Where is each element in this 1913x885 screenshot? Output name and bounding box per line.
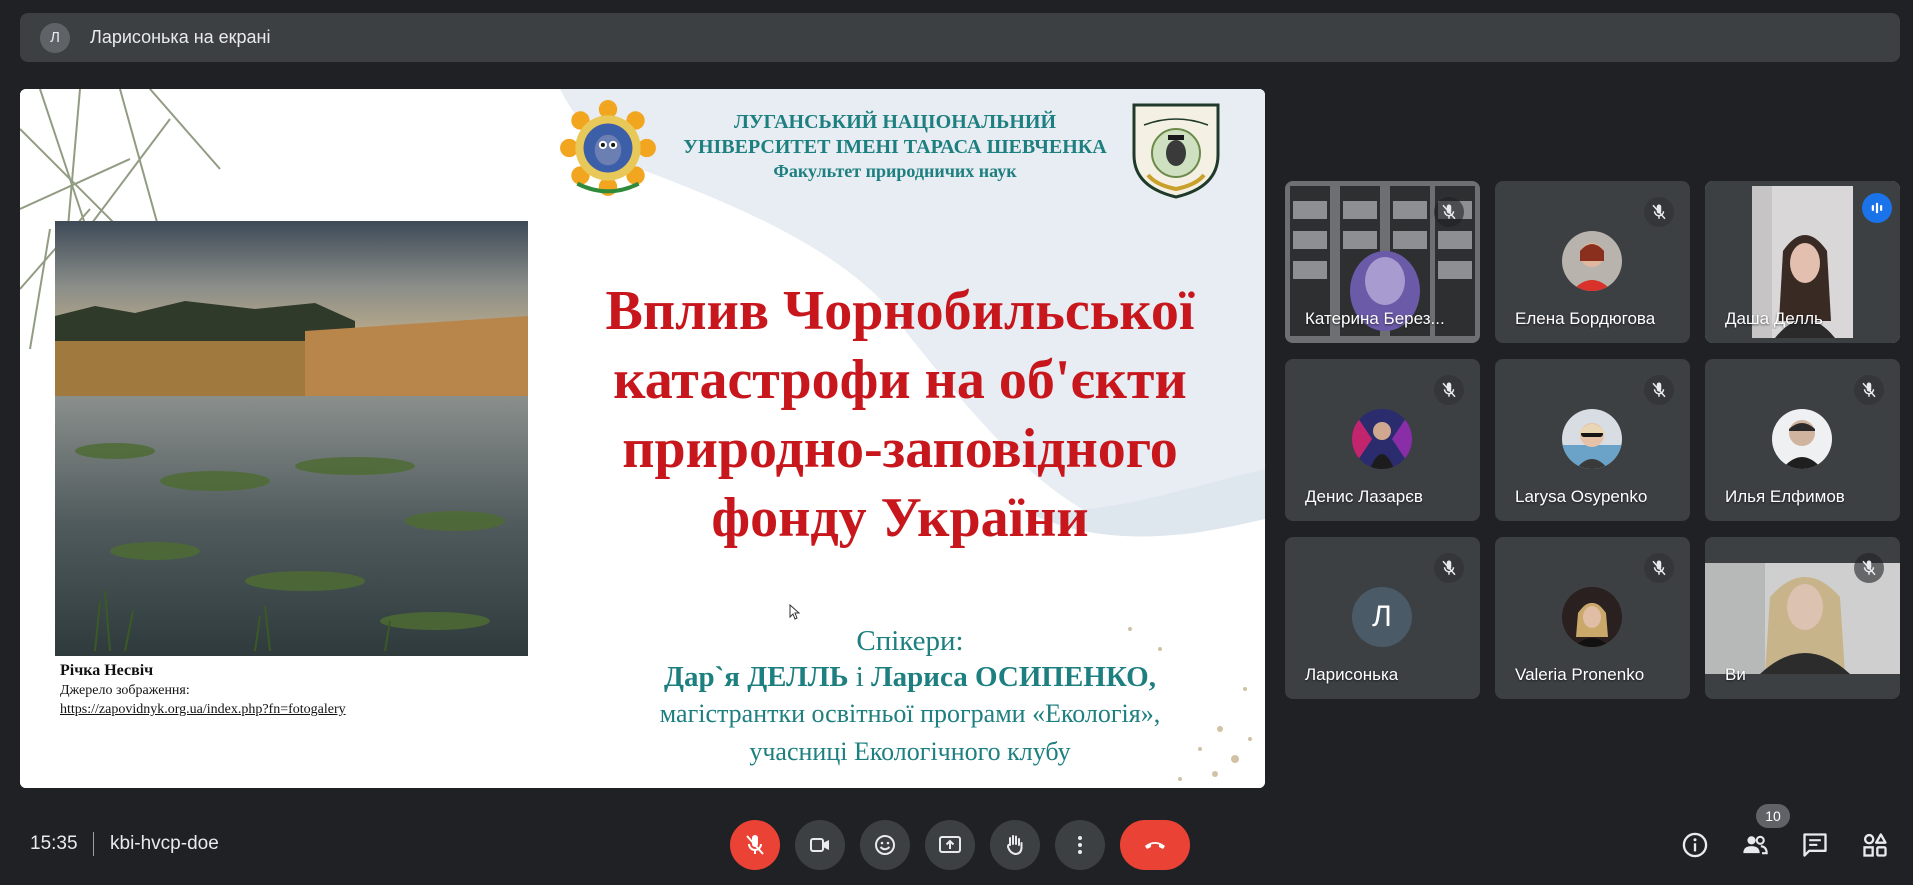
mic-off-indicator	[1644, 375, 1674, 405]
mic-off-indicator	[1854, 375, 1884, 405]
speakers-label: Спікери:	[856, 625, 964, 657]
mic-off-icon	[1652, 560, 1666, 576]
mic-off-icon	[1442, 204, 1456, 220]
participant-avatar	[1562, 587, 1622, 647]
present-now-button[interactable]	[925, 820, 975, 870]
faculty-logo	[1132, 103, 1220, 199]
river-photo	[55, 221, 528, 656]
presenter-label: Ларисонька на екрані	[90, 27, 271, 47]
mic-off-icon	[1442, 560, 1456, 576]
mic-off-indicator	[1434, 375, 1464, 405]
hang-up-icon	[1145, 842, 1165, 849]
participants-button[interactable]	[1739, 829, 1771, 861]
slide-title-line: катастрофи на об'єкти	[613, 349, 1187, 411]
participant-name: Денис Лазарєв	[1305, 487, 1423, 506]
meeting-code: kbi-hvcp-doe	[110, 833, 219, 854]
audio-level-icon	[1871, 202, 1883, 214]
mic-off-icon	[1862, 382, 1876, 398]
shared-screen: Річка Несвіч Джерело зображення: https:/…	[20, 89, 1265, 788]
participant-avatar	[1352, 409, 1412, 469]
participant-name: Ларисонька	[1305, 665, 1399, 684]
mic-off-icon	[1652, 382, 1666, 398]
participant-tile[interactable]: Larysa Osypenko	[1495, 359, 1690, 521]
university-name-line1: ЛУГАНСЬКИЙ НАЦІОНАЛЬНИЙ	[733, 111, 1057, 133]
participant-name: Даша Делль	[1725, 309, 1823, 328]
chat-icon	[1803, 833, 1827, 857]
participant-avatar	[1772, 409, 1832, 469]
participant-tile[interactable]: Илья Елфимов	[1705, 359, 1900, 521]
people-icon	[1743, 835, 1768, 855]
university-logo	[560, 100, 656, 196]
university-name-line2: УНІВЕРСИТЕТ ІМЕНІ ТАРАСА ШЕВЧЕНКА	[683, 136, 1107, 158]
activities-icon	[1863, 833, 1887, 857]
mic-off-icon	[746, 835, 764, 855]
speaking-indicator	[1862, 193, 1892, 223]
mic-off-indicator	[1434, 553, 1464, 583]
toggle-microphone-button[interactable]	[730, 820, 780, 870]
participant-tile[interactable]: Елена Бордюгова	[1495, 181, 1690, 343]
slide-title-line: природно-заповідного	[622, 418, 1178, 480]
raise-hand-icon	[1006, 835, 1023, 856]
emoji-icon	[875, 835, 895, 855]
participant-letter-avatar: Л	[1352, 587, 1412, 647]
mic-off-indicator	[1434, 197, 1464, 227]
participant-tile[interactable]: Денис Лазарєв	[1285, 359, 1480, 521]
more-options-button[interactable]	[1055, 820, 1105, 870]
participant-name: Valeria Pronenko	[1515, 665, 1645, 684]
participant-tile[interactable]: Катерина Берез...	[1285, 181, 1480, 343]
photo-source-label: Джерело зображення:	[60, 683, 190, 698]
speakers-names: Дар`я ДЕЛЛЬ і Лариса ОСИПЕНКО,	[580, 661, 1240, 699]
more-options-icon	[1078, 836, 1082, 854]
activities-button[interactable]	[1859, 829, 1891, 861]
presenter-bar: Л Ларисонька на екрані	[20, 13, 1900, 62]
participant-avatar	[1562, 409, 1622, 469]
mic-off-icon	[1862, 560, 1876, 576]
meeting-details-button[interactable]	[1679, 829, 1711, 861]
mic-off-icon	[1442, 382, 1456, 398]
bottom-divider	[93, 832, 94, 856]
mic-off-indicator	[1644, 197, 1674, 227]
chat-button[interactable]	[1799, 829, 1831, 861]
faculty-name: Факультет природничих наук	[773, 161, 1017, 181]
participant-avatar	[1562, 231, 1622, 291]
participant-tile[interactable]: Valeria Pronenko	[1495, 537, 1690, 699]
participant-name: Илья Елфимов	[1725, 487, 1845, 506]
participant-tile[interactable]: Л Ларисонька	[1285, 537, 1480, 699]
slide-title-line: Вплив Чорнобильської	[605, 280, 1195, 342]
mouse-cursor-icon	[789, 604, 801, 620]
photo-caption: Річка Несвіч	[60, 662, 154, 679]
participant-name: Катерина Берез...	[1305, 309, 1445, 328]
speakers-program: магістрантки освітньої програми «Екологі…	[659, 699, 1161, 728]
info-icon	[1682, 832, 1708, 858]
participant-tile-active-speaker[interactable]: Даша Делль	[1705, 181, 1900, 343]
presenter-avatar: Л	[40, 22, 70, 53]
speakers-conjunction: і	[848, 661, 872, 693]
slide-title: Вплив Чорнобильської катастрофи на об'єк…	[550, 277, 1250, 553]
speakers-club: учасниці Екологічного клубу	[749, 737, 1071, 766]
slide-title-line: фонду України	[711, 487, 1089, 549]
participant-count-badge: 10	[1756, 804, 1790, 828]
leave-call-button[interactable]	[1120, 820, 1190, 870]
camera-icon	[810, 838, 829, 852]
present-screen-icon	[939, 836, 961, 853]
speaker-name: Дар`я ДЕЛЛЬ	[664, 661, 849, 693]
mic-off-icon	[1652, 204, 1666, 220]
participant-name: Ви	[1725, 665, 1746, 684]
mic-off-indicator	[1644, 553, 1674, 583]
meeting-time: 15:35	[30, 833, 78, 854]
participant-tile-self[interactable]: Ви	[1705, 537, 1900, 699]
participant-name: Елена Бордюгова	[1515, 309, 1656, 328]
speakers-block: Спікери: Дар`я ДЕЛЛЬ і Лариса ОСИПЕНКО, …	[580, 625, 1240, 773]
reactions-button[interactable]	[860, 820, 910, 870]
mic-off-indicator	[1854, 553, 1884, 583]
raise-hand-button[interactable]	[990, 820, 1040, 870]
photo-source-link[interactable]: https://zapovidnyk.org.ua/index.php?fn=f…	[60, 702, 346, 718]
speaker-name: Лариса ОСИПЕНКО,	[871, 661, 1156, 693]
participant-name: Larysa Osypenko	[1515, 487, 1648, 506]
toggle-camera-button[interactable]	[795, 820, 845, 870]
